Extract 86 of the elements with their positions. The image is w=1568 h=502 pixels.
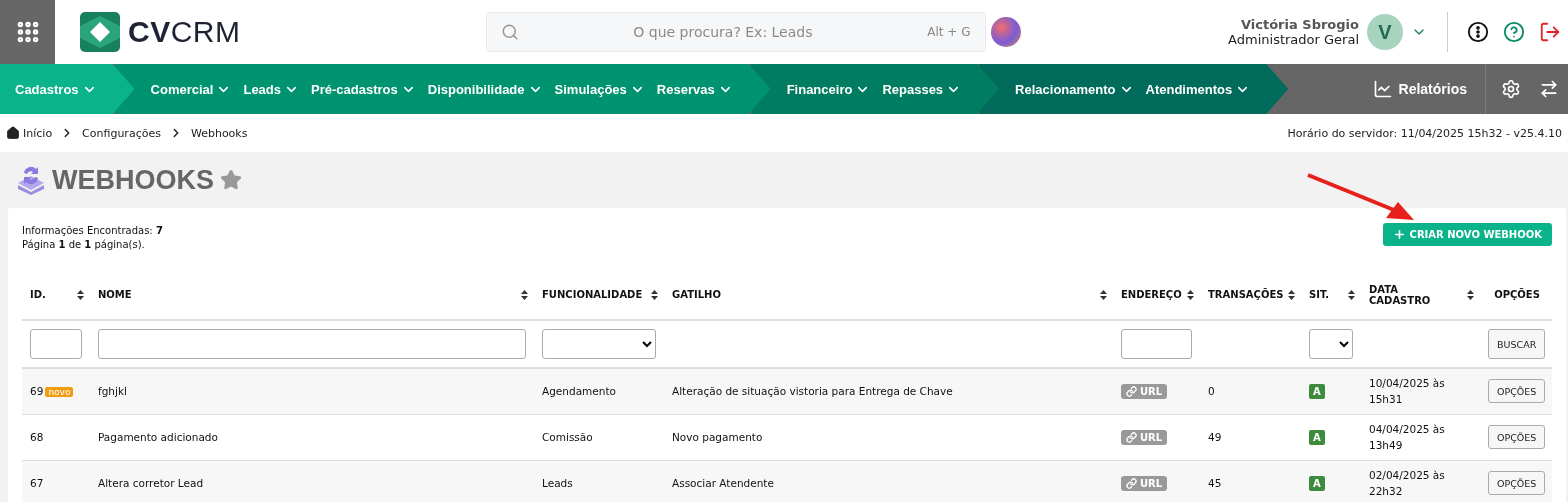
menu-item[interactable]: Reservas <box>656 81 733 97</box>
webhook-icon <box>16 165 46 195</box>
settings-icon <box>1501 79 1521 99</box>
logo-icon <box>80 12 120 52</box>
shortcut-hint: Alt + G <box>927 25 971 39</box>
table-cell: 45 <box>1208 477 1222 489</box>
menu-item[interactable]: Disponibilidade <box>427 81 543 97</box>
logo-text: CVCRM <box>128 15 241 49</box>
breadcrumb-link[interactable]: Webhooks <box>190 126 248 140</box>
table-cell: Leads <box>542 477 573 489</box>
sort-icon[interactable] <box>1100 289 1107 300</box>
breadcrumb-link[interactable]: Configurações <box>82 126 161 140</box>
swap-arrows-icon <box>1539 79 1559 99</box>
table-cell: 67 <box>30 477 44 489</box>
options-button[interactable]: OPÇÕES <box>1488 425 1546 449</box>
table-cell: Comissão <box>542 431 593 443</box>
table-cell-text: 10/04/2025 às 15h31 <box>1369 376 1446 408</box>
sort-icon[interactable] <box>651 289 658 300</box>
filter-field[interactable] <box>98 329 526 359</box>
menu-item[interactable]: Repasses <box>882 81 962 97</box>
status-badge: A <box>1309 383 1325 399</box>
status-badge: A <box>1309 429 1325 445</box>
home-icon[interactable] <box>6 126 20 140</box>
sort-icon[interactable] <box>521 289 528 300</box>
new-badge: novo <box>45 387 74 398</box>
table-cell: 69 <box>30 385 44 398</box>
menu-item[interactable]: Simulações <box>554 81 645 97</box>
table-cell: Associar Atendente <box>672 477 774 489</box>
logout-icon <box>1539 21 1561 43</box>
plus-icon <box>1392 228 1406 241</box>
link-icon <box>1126 385 1137 397</box>
menu-item[interactable]: Comercial <box>150 81 232 97</box>
menu-item[interactable]: Financeiro <box>786 81 871 97</box>
filter-field[interactable] <box>30 329 82 359</box>
sort-icon[interactable] <box>1348 289 1355 300</box>
table-cell: 49 <box>1208 431 1222 443</box>
results-summary: Página 1 de 1 página(s). <box>22 238 146 252</box>
column-header[interactable]: FUNCIONALIDADE <box>542 289 643 300</box>
breadcrumb-link[interactable]: Início <box>23 126 53 140</box>
apps-menu-button[interactable] <box>0 0 55 64</box>
line-chart-icon <box>1372 79 1393 99</box>
table-cell: 0 <box>1208 385 1215 398</box>
search-button[interactable]: BUSCAR <box>1488 329 1546 359</box>
sort-icon[interactable] <box>1288 289 1295 300</box>
help-icon <box>1503 21 1525 43</box>
user-avatar[interactable]: V <box>1367 14 1403 50</box>
status-badge: A <box>1309 475 1325 491</box>
user-role: Administrador Geral <box>1228 32 1359 47</box>
table-cell-text: 04/04/2025 às 13h49 <box>1369 422 1446 453</box>
sort-icon[interactable] <box>1467 289 1474 300</box>
column-header: OPÇÕES <box>1494 289 1540 300</box>
table-cell: 68 <box>30 431 44 443</box>
assistant-orb-icon[interactable] <box>990 17 1021 47</box>
table-cell: Alteração de situação vistoria para Entrega de Chave <box>672 385 953 398</box>
sort-icon[interactable] <box>1187 289 1194 300</box>
menu-item[interactable]: Atendimentos <box>1145 81 1251 97</box>
menu-item[interactable]: Leads <box>243 81 300 97</box>
search-icon <box>500 23 519 41</box>
table-cell: Altera corretor Lead <box>98 477 204 489</box>
table-cell: fghjkl <box>98 385 127 398</box>
results-summary: Informações Encontradas: 7 <box>22 224 163 238</box>
column-header[interactable]: TRANSAÇÕES <box>1208 289 1284 300</box>
filter-field[interactable] <box>1121 329 1192 359</box>
table-cell: Novo pagamento <box>672 431 763 443</box>
column-header[interactable]: DATA CADASTRO <box>1369 283 1439 306</box>
search-input[interactable]: O que procura? Ex: Leads <box>528 23 918 41</box>
page-title: WEBHOOKS <box>52 164 214 196</box>
user-name: Victória Sbrogio <box>1240 17 1359 32</box>
link-icon <box>1126 477 1137 489</box>
search-field[interactable]: O que procura? Ex: Leads Alt + G <box>485 12 986 52</box>
column-header[interactable]: ENDEREÇO <box>1121 289 1182 300</box>
column-header[interactable]: GATILHO <box>672 289 721 300</box>
table-cell: Agendamento <box>542 385 616 398</box>
favorite-star-icon[interactable] <box>220 169 242 191</box>
table-cell-text: 02/04/2025 às 22h32 <box>1369 468 1446 499</box>
options-button[interactable]: OPÇÕES <box>1488 471 1546 495</box>
column-header[interactable]: SIT. <box>1309 289 1330 300</box>
options-button[interactable]: OPÇÕES <box>1488 379 1546 404</box>
link-icon <box>1126 431 1137 443</box>
column-header[interactable]: ID. <box>30 289 46 300</box>
server-time: Horário do servidor: 11/04/2025 15h32 - v25.4.10 <box>1287 126 1562 140</box>
sort-icon[interactable] <box>77 289 84 300</box>
menu-item[interactable]: Pré-cadastros <box>311 81 416 97</box>
column-header[interactable]: NOME <box>98 289 132 300</box>
table-cell: Pagamento adicionado <box>98 431 218 443</box>
menu-item[interactable]: Relacionamento <box>1015 81 1134 97</box>
